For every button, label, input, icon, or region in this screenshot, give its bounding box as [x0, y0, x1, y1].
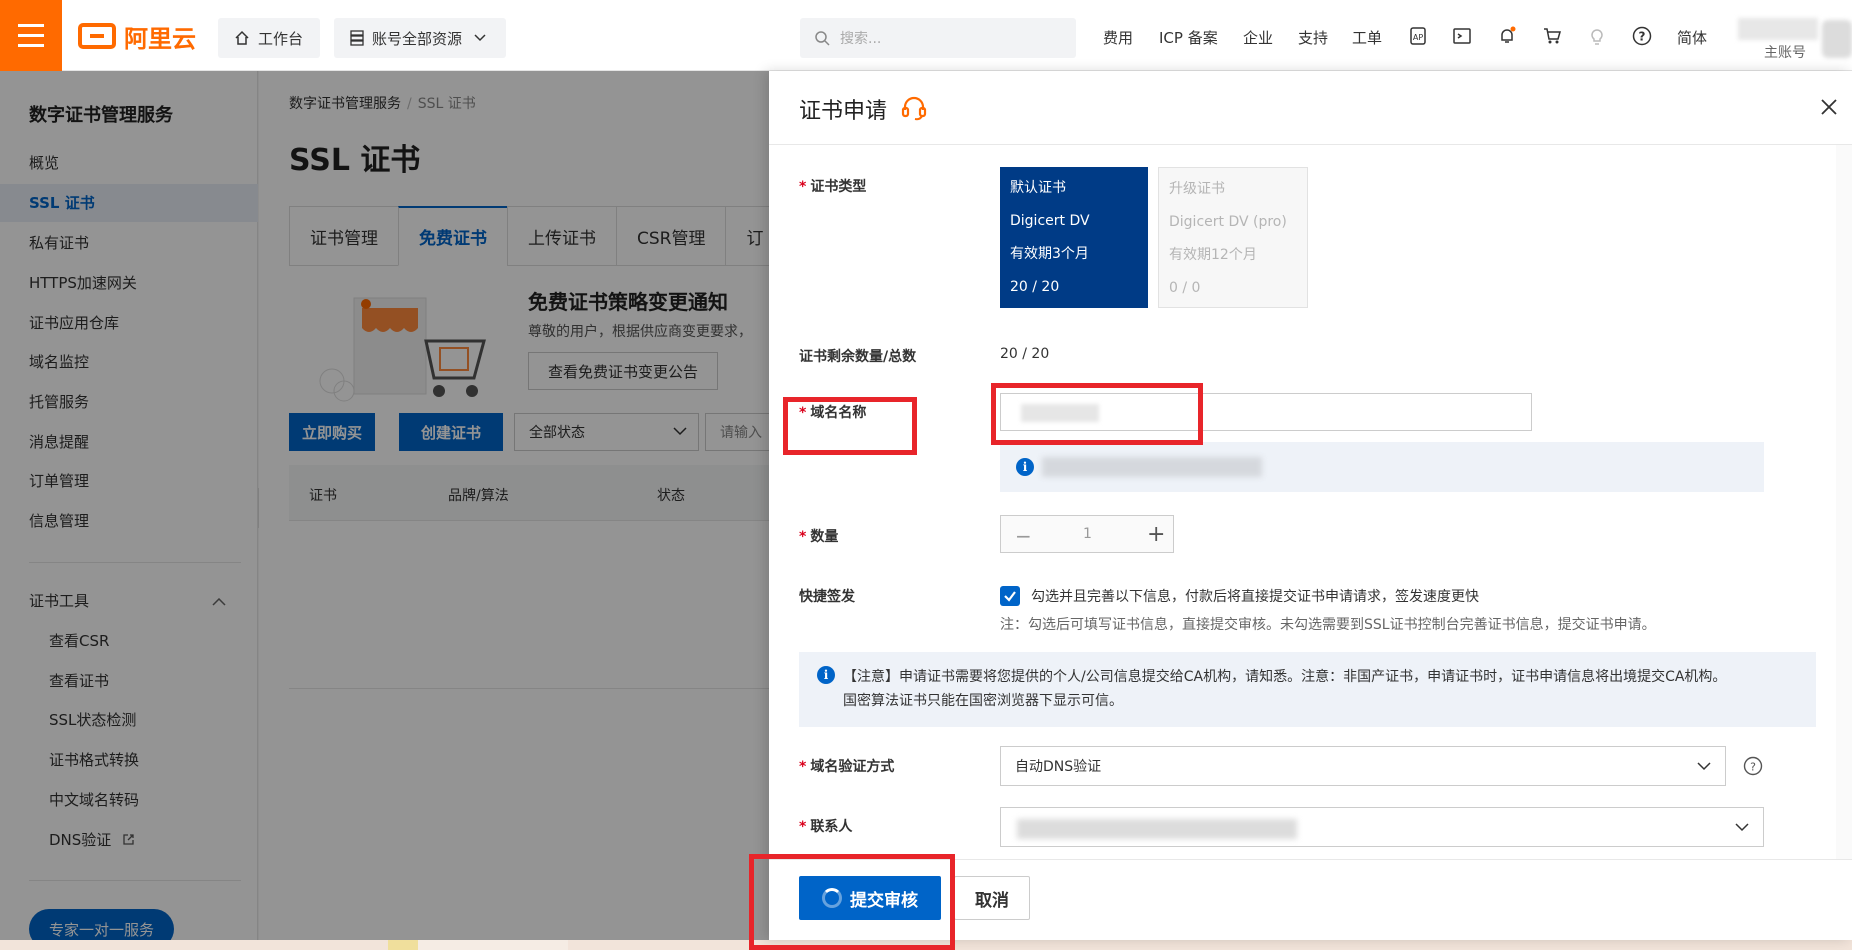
cert-type-title: 升级证书 [1169, 181, 1225, 197]
nav-link-support[interactable]: 支持 [1298, 27, 1328, 48]
search-input[interactable]: 搜索... [800, 18, 1076, 58]
strip-segment [418, 940, 568, 950]
bell-icon[interactable] [1497, 26, 1517, 46]
cert-type-label: * 证书类型 [799, 179, 867, 195]
remaining-value: 20 / 20 [1000, 346, 1050, 362]
home-icon [235, 30, 249, 45]
cert-type-title: 默认证书 [1010, 180, 1066, 196]
info-icon: i [1016, 458, 1034, 476]
cert-type-count: 0 / 0 [1169, 280, 1201, 296]
verify-method-select[interactable]: 自动DNS验证 [1000, 746, 1726, 786]
annotation-box-domain-input [991, 383, 1203, 445]
quick-issue-checkbox[interactable] [1000, 586, 1020, 606]
drawer-title: 证书申请 [799, 99, 888, 124]
quantity-label: * 数量 [799, 529, 839, 545]
cert-type-brand: Digicert DV [1010, 213, 1090, 229]
redacted-contact [1017, 819, 1297, 839]
minus-icon[interactable]: − [1015, 524, 1032, 548]
resources-label: 账号全部资源 [372, 29, 463, 48]
nav-link-icp[interactable]: ICP 备案 [1159, 27, 1218, 48]
workbench-label: 工作台 [258, 29, 304, 48]
svg-text:AP: AP [1413, 33, 1423, 42]
help-icon[interactable]: ? [1632, 26, 1652, 46]
svg-text:?: ? [1750, 761, 1756, 774]
cert-type-validity: 有效期3个月 [1010, 246, 1089, 262]
chevron-down-icon [1697, 762, 1711, 771]
chevron-down-icon [1735, 823, 1749, 832]
ca-notice-box: i 【注意】申请证书需要将您提供的个人/公司信息提交给CA机构，请知悉。注意：非… [799, 652, 1816, 727]
cert-type-count: 20 / 20 [1010, 279, 1060, 295]
contact-select[interactable] [1000, 807, 1764, 847]
ca-notice-line-1: 【注意】申请证书需要将您提供的个人/公司信息提交给CA机构，请知悉。注意：非国产… [843, 669, 1727, 685]
cart-icon[interactable] [1542, 26, 1562, 46]
account-type: 主账号 [1764, 45, 1806, 61]
svg-text:?: ? [1639, 30, 1646, 44]
api-icon[interactable]: AP [1408, 26, 1428, 46]
nav-link-ticket[interactable]: 工单 [1352, 27, 1382, 48]
chevron-down-icon [474, 34, 486, 42]
strip-segment [388, 940, 418, 950]
aliyun-logo-mark [78, 23, 116, 49]
quick-issue-label: 快捷签发 [799, 589, 855, 605]
brand-name: 阿里云 [124, 24, 196, 53]
plus-icon[interactable]: + [1147, 522, 1165, 547]
quantity-stepper: − 1 + [1000, 515, 1174, 553]
cancel-button[interactable]: 取消 [954, 876, 1030, 920]
annotation-box-submit [749, 854, 955, 950]
menu-icon[interactable] [0, 0, 62, 71]
terminal-icon[interactable] [1452, 26, 1472, 46]
drawer-scrollbar[interactable] [1836, 145, 1852, 930]
cert-type-validity: 有效期12个月 [1169, 247, 1257, 263]
domain-hint-box: i [1000, 442, 1764, 492]
close-icon[interactable] [1819, 97, 1839, 117]
account-name-blurred [1738, 18, 1818, 40]
remaining-label: 证书剩余数量/总数 [799, 349, 917, 365]
info-icon: i [817, 666, 835, 684]
quick-issue-text: 勾选并且完善以下信息，付款后将直接提交证书申请请求，签发速度更快 [1031, 589, 1479, 605]
avatar[interactable] [1822, 20, 1852, 58]
quantity-value[interactable]: 1 [1083, 526, 1092, 542]
headset-icon[interactable] [900, 95, 928, 121]
help-circle-icon[interactable]: ? [1743, 756, 1763, 776]
top-navigation-bar: 阿里云 工作台 账号全部资源 搜索... 费用 ICP 备案 企业 支持 工单 … [0, 0, 1852, 71]
check-icon [1004, 591, 1016, 602]
cert-type-brand: Digicert DV (pro) [1169, 214, 1287, 230]
drawer-header: 证书申请 [769, 71, 1852, 145]
cert-type-default-option[interactable]: 默认证书 Digicert DV 有效期3个月 20 / 20 [1000, 167, 1148, 308]
modal-overlay[interactable] [0, 71, 769, 950]
verify-method-value: 自动DNS验证 [1015, 759, 1102, 775]
stack-icon [350, 30, 364, 46]
nav-link-enterprise[interactable]: 企业 [1243, 27, 1273, 48]
search-placeholder: 搜索... [840, 31, 882, 47]
redacted-hint [1042, 457, 1262, 477]
ca-notice-line-2: 国密算法证书只能在国密浏览器下显示可信。 [843, 693, 1123, 709]
verify-method-label: * 域名验证方式 [799, 759, 895, 775]
aliyun-logo[interactable]: 阿里云 [78, 20, 196, 53]
lightbulb-icon[interactable] [1587, 26, 1607, 46]
workbench-button[interactable]: 工作台 [218, 18, 320, 58]
search-icon [815, 31, 830, 46]
annotation-box-domain-label [783, 397, 917, 455]
cert-apply-drawer: 证书申请 * 证书类型 默认证书 Digicert DV 有效期3个月 20 / … [769, 71, 1852, 940]
nav-link-fees[interactable]: 费用 [1103, 27, 1133, 48]
quick-issue-note: 注：勾选后可填写证书信息，直接提交审核。未勾选需要到SSL证书控制台完善证书信息… [1000, 617, 1656, 633]
cert-type-upgrade-option[interactable]: 升级证书 Digicert DV (pro) 有效期12个月 0 / 0 [1158, 167, 1308, 308]
language-switch[interactable]: 简体 [1677, 27, 1707, 48]
resources-dropdown[interactable]: 账号全部资源 [334, 18, 506, 58]
contact-label: * 联系人 [799, 819, 853, 835]
